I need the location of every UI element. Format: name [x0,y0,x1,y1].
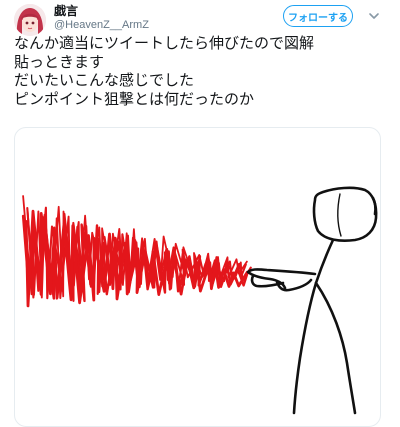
tweet-text: なんか適当にツイートしたら伸びたので図解 貼っときます だいたいこんな感じでした… [14,34,394,108]
tweet-text-line: 貼っときます [14,52,105,71]
user-handle[interactable]: @HeavenZ__ArmZ [54,18,149,32]
tweet-card: 戯言 @HeavenZ__ArmZ フォローする なんか適当にツイートしたら伸び… [0,0,400,427]
stick-figure [246,186,378,415]
display-name[interactable]: 戯言 [54,4,78,19]
chevron-down-icon[interactable] [367,9,381,23]
red-spray-scribble [21,195,252,308]
attached-drawing[interactable] [14,127,381,427]
follow-button[interactable]: フォローする [283,5,353,27]
avatar[interactable] [14,4,46,36]
tweet-text-line: だいたいこんな感じでした [14,71,195,89]
follow-button-label: フォローする [288,12,348,24]
tweet-text-line: なんか適当にツイートしたら伸びたので図解 [14,34,315,52]
stick-figure-drawing [21,186,378,415]
tweet-text-line: ピンポイント狙撃とは何だったのか [14,89,255,108]
